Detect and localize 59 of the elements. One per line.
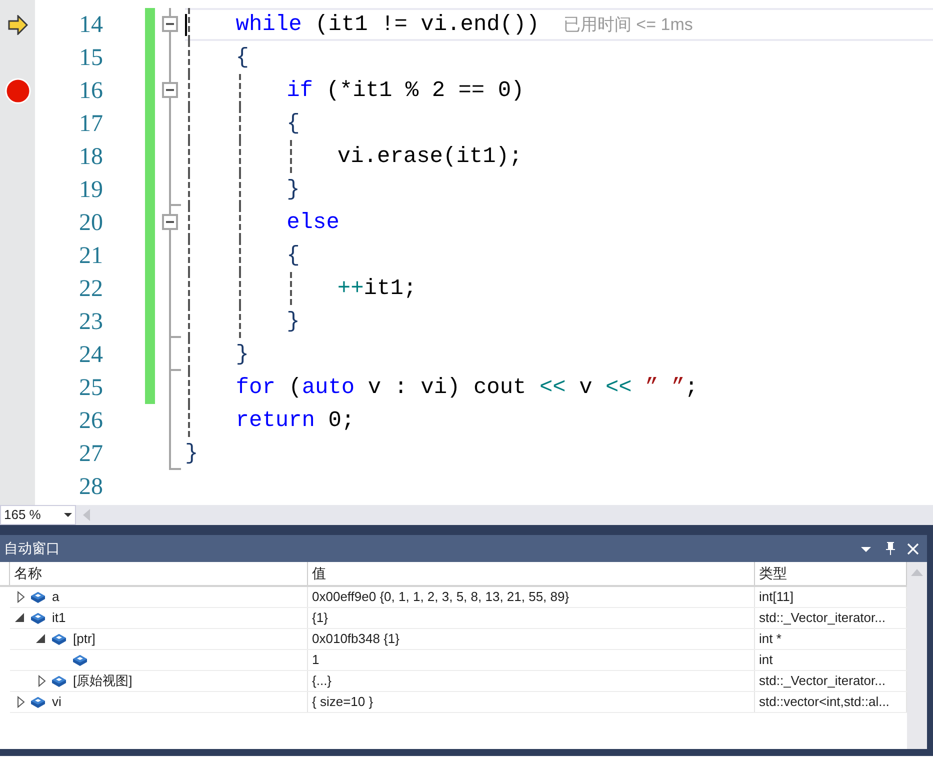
code-line: return 0; bbox=[236, 407, 355, 435]
code-line: { bbox=[286, 242, 300, 270]
zoom-dropdown[interactable]: 165 % bbox=[0, 505, 76, 525]
line-number: 27 bbox=[79, 442, 103, 466]
close-icon[interactable] bbox=[907, 542, 919, 554]
value-cell: 0x00eff9e0 {0, 1, 1, 2, 3, 5, 8, 13, 21, 55, 89} bbox=[308, 587, 755, 607]
code-line: else bbox=[286, 209, 340, 237]
variable-icon bbox=[30, 611, 46, 625]
line-number: 22 bbox=[79, 276, 103, 300]
code-line: } bbox=[185, 440, 198, 468]
line-number: 24 bbox=[79, 342, 103, 366]
collapse-icon[interactable] bbox=[162, 82, 178, 98]
breakpoint-icon[interactable] bbox=[4, 78, 30, 104]
line-number: 23 bbox=[79, 310, 103, 334]
code-line: vi.erase(it1); bbox=[337, 143, 522, 171]
variable-name: a bbox=[52, 588, 60, 606]
code-line: for (auto v : vi) cout << v << ” ”; bbox=[236, 374, 698, 402]
code-line: } bbox=[236, 341, 249, 369]
line-number: 17 bbox=[79, 112, 103, 136]
variable-icon bbox=[72, 653, 88, 667]
collapse-icon[interactable] bbox=[162, 214, 178, 230]
scrollbar[interactable] bbox=[907, 562, 927, 749]
line-number: 21 bbox=[79, 244, 103, 268]
code-line: { bbox=[286, 110, 300, 138]
line-number: 20 bbox=[79, 210, 103, 234]
line-number: 26 bbox=[79, 408, 103, 432]
value-cell: { size=10 } bbox=[308, 692, 755, 712]
variable-icon bbox=[51, 674, 67, 688]
code-line: if (*it1 % 2 == 0) bbox=[286, 77, 524, 105]
line-number: 19 bbox=[79, 178, 103, 202]
code-line: } bbox=[286, 176, 300, 204]
line-number: 28 bbox=[79, 474, 103, 498]
pin-icon[interactable] bbox=[884, 541, 897, 556]
elapsed-time-hint: 已用时间 <= 1ms bbox=[563, 14, 693, 36]
line-number: 15 bbox=[79, 46, 103, 70]
panel-title: 自动窗口 bbox=[4, 539, 60, 558]
value-cell: 1 bbox=[308, 650, 755, 670]
column-header[interactable]: 值 bbox=[308, 562, 755, 585]
caret-icon bbox=[64, 513, 72, 517]
code-line: ++it1; bbox=[337, 275, 417, 303]
value-cell: {1} bbox=[308, 608, 755, 628]
variable-name: vi bbox=[52, 693, 62, 712]
line-number: 25 bbox=[79, 376, 103, 400]
line-number: 18 bbox=[79, 144, 103, 168]
code-line: { bbox=[236, 44, 249, 72]
variable-icon bbox=[51, 632, 67, 646]
variable-name: it1 bbox=[52, 609, 66, 628]
variable-icon bbox=[30, 695, 46, 709]
collapse-icon[interactable] bbox=[162, 16, 178, 32]
variable-icon bbox=[30, 590, 46, 604]
value-cell: 0x010fb348 {1} bbox=[308, 629, 755, 649]
line-number: 16 bbox=[79, 78, 103, 102]
line-number: 14 bbox=[79, 12, 103, 36]
column-header[interactable]: 名称 bbox=[10, 562, 308, 585]
code-line: } bbox=[286, 308, 300, 336]
variable-name: [原始视图] bbox=[73, 672, 132, 690]
variable-name: [ptr] bbox=[73, 630, 96, 648]
value-cell: {...} bbox=[308, 671, 755, 691]
code-line: while (it1 != vi.end()) bbox=[236, 11, 540, 39]
